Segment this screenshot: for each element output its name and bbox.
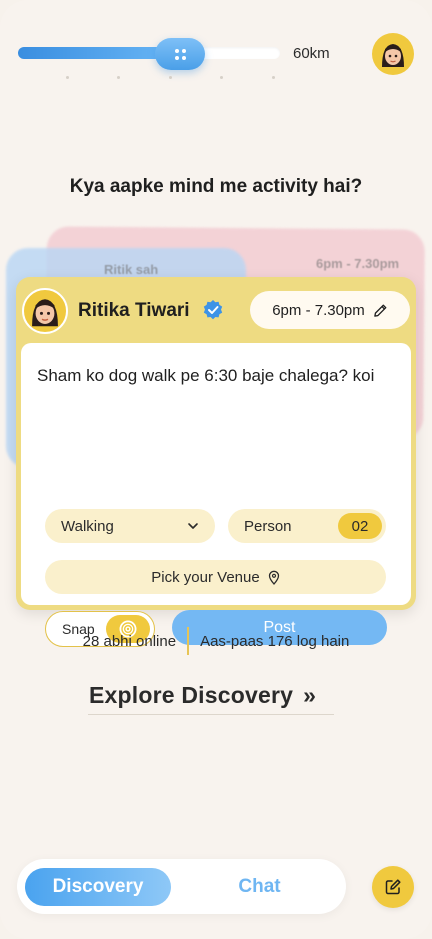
profile-avatar[interactable]	[372, 33, 414, 75]
person-label: Person	[244, 517, 292, 535]
person-count-selector[interactable]: Person 02	[228, 509, 386, 543]
pick-venue-button[interactable]: Pick your Venue	[45, 560, 386, 594]
slider-tick	[117, 76, 120, 79]
person-count-badge: 02	[338, 513, 382, 539]
slider-tick	[66, 76, 69, 79]
location-pin-icon	[268, 570, 279, 585]
stacked-card-time: 6pm - 7.30pm	[316, 256, 400, 271]
stacked-card-name: Ritik sah	[104, 262, 159, 277]
activity-dropdown[interactable]: Walking	[45, 509, 215, 543]
grip-dots-icon	[174, 48, 186, 60]
app-screen: 60km Kya aapke mind me activity hai? Rit…	[0, 0, 432, 939]
double-chevron-right-icon: »	[303, 682, 317, 708]
verified-badge-icon	[203, 300, 223, 320]
compose-button[interactable]	[372, 866, 414, 908]
card-user-name: Ritika Tiwari	[78, 300, 190, 321]
online-count: 28 abhi online	[82, 632, 177, 650]
chevron-down-icon	[188, 523, 198, 529]
stats-row: 28 abhi online Aas-paas 176 log hain	[0, 626, 432, 656]
avatar-illustration	[25, 291, 65, 331]
slider-tick	[272, 76, 275, 79]
pencil-icon	[373, 304, 387, 317]
explore-underline	[88, 714, 334, 715]
distance-label: 60km	[293, 45, 330, 62]
nearby-count: Aas-paas 176 log hain	[200, 632, 350, 650]
explore-discovery-link[interactable]: Explore Discovery »	[89, 682, 316, 709]
card-content: Sham ko dog walk pe 6:30 baje chalega? k…	[21, 343, 411, 647]
venue-label: Pick your Venue	[151, 568, 260, 586]
distance-slider-track[interactable]	[18, 47, 280, 59]
slider-tick	[169, 76, 172, 79]
card-avatar	[22, 288, 68, 334]
explore-label: Explore Discovery	[89, 682, 294, 708]
time-range-pill[interactable]: 6pm - 7.30pm	[250, 291, 410, 329]
distance-slider-thumb[interactable]	[155, 38, 206, 70]
post-text[interactable]: Sham ko dog walk pe 6:30 baje chalega? k…	[37, 361, 393, 391]
slider-tick	[220, 76, 223, 79]
page-headline: Kya aapke mind me activity hai?	[69, 176, 363, 197]
bottom-nav: Discovery Chat	[17, 859, 346, 914]
tab-discovery[interactable]: Discovery	[25, 868, 171, 906]
activity-card: Ritika Tiwari 6pm - 7.30pm Sham ko dog w…	[16, 277, 416, 647]
tab-chat[interactable]: Chat	[182, 868, 337, 906]
stats-divider	[187, 627, 190, 655]
avatar-illustration	[376, 37, 410, 71]
activity-label: Walking	[61, 517, 114, 535]
edit-square-icon	[385, 879, 401, 895]
time-range-text: 6pm - 7.30pm	[272, 301, 365, 319]
